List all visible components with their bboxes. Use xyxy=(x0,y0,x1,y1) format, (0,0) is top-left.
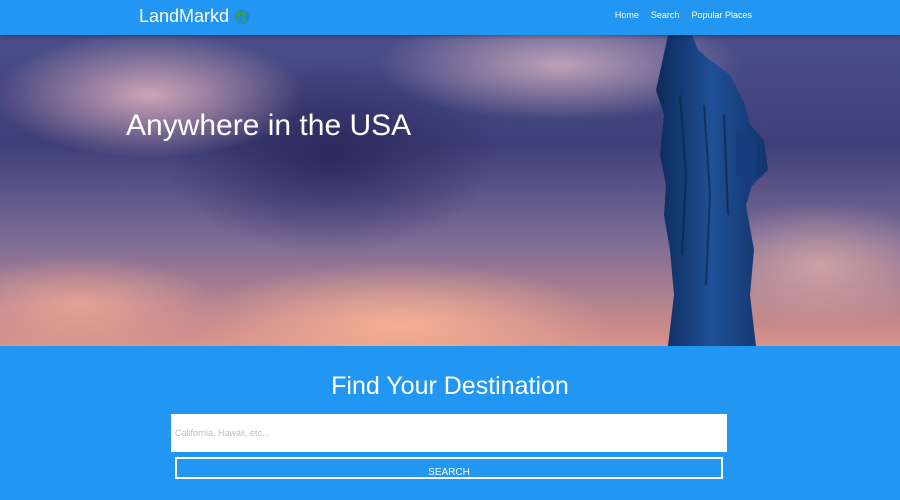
destination-search-input[interactable] xyxy=(171,414,727,452)
hero-title: Anywhere in the USA xyxy=(126,109,412,142)
brand-link[interactable]: LandMarkd xyxy=(139,6,250,27)
brand-name: LandMarkd xyxy=(139,6,230,26)
nav-link-popular-places[interactable]: Popular Places xyxy=(691,10,752,20)
nav-link-home[interactable]: Home xyxy=(615,10,639,20)
navbar: LandMarkd Home Search Popular Places xyxy=(0,0,900,35)
nav-links: Home Search Popular Places xyxy=(615,10,752,20)
search-button[interactable]: SEARCH xyxy=(175,457,723,479)
hero-banner: Anywhere in the USA xyxy=(0,35,900,346)
nav-link-search[interactable]: Search xyxy=(651,10,680,20)
search-section: Find Your Destination SEARCH xyxy=(0,346,900,500)
search-title: Find Your Destination xyxy=(331,372,569,400)
globe-icon xyxy=(234,9,250,24)
statue-of-liberty-image xyxy=(656,35,768,346)
